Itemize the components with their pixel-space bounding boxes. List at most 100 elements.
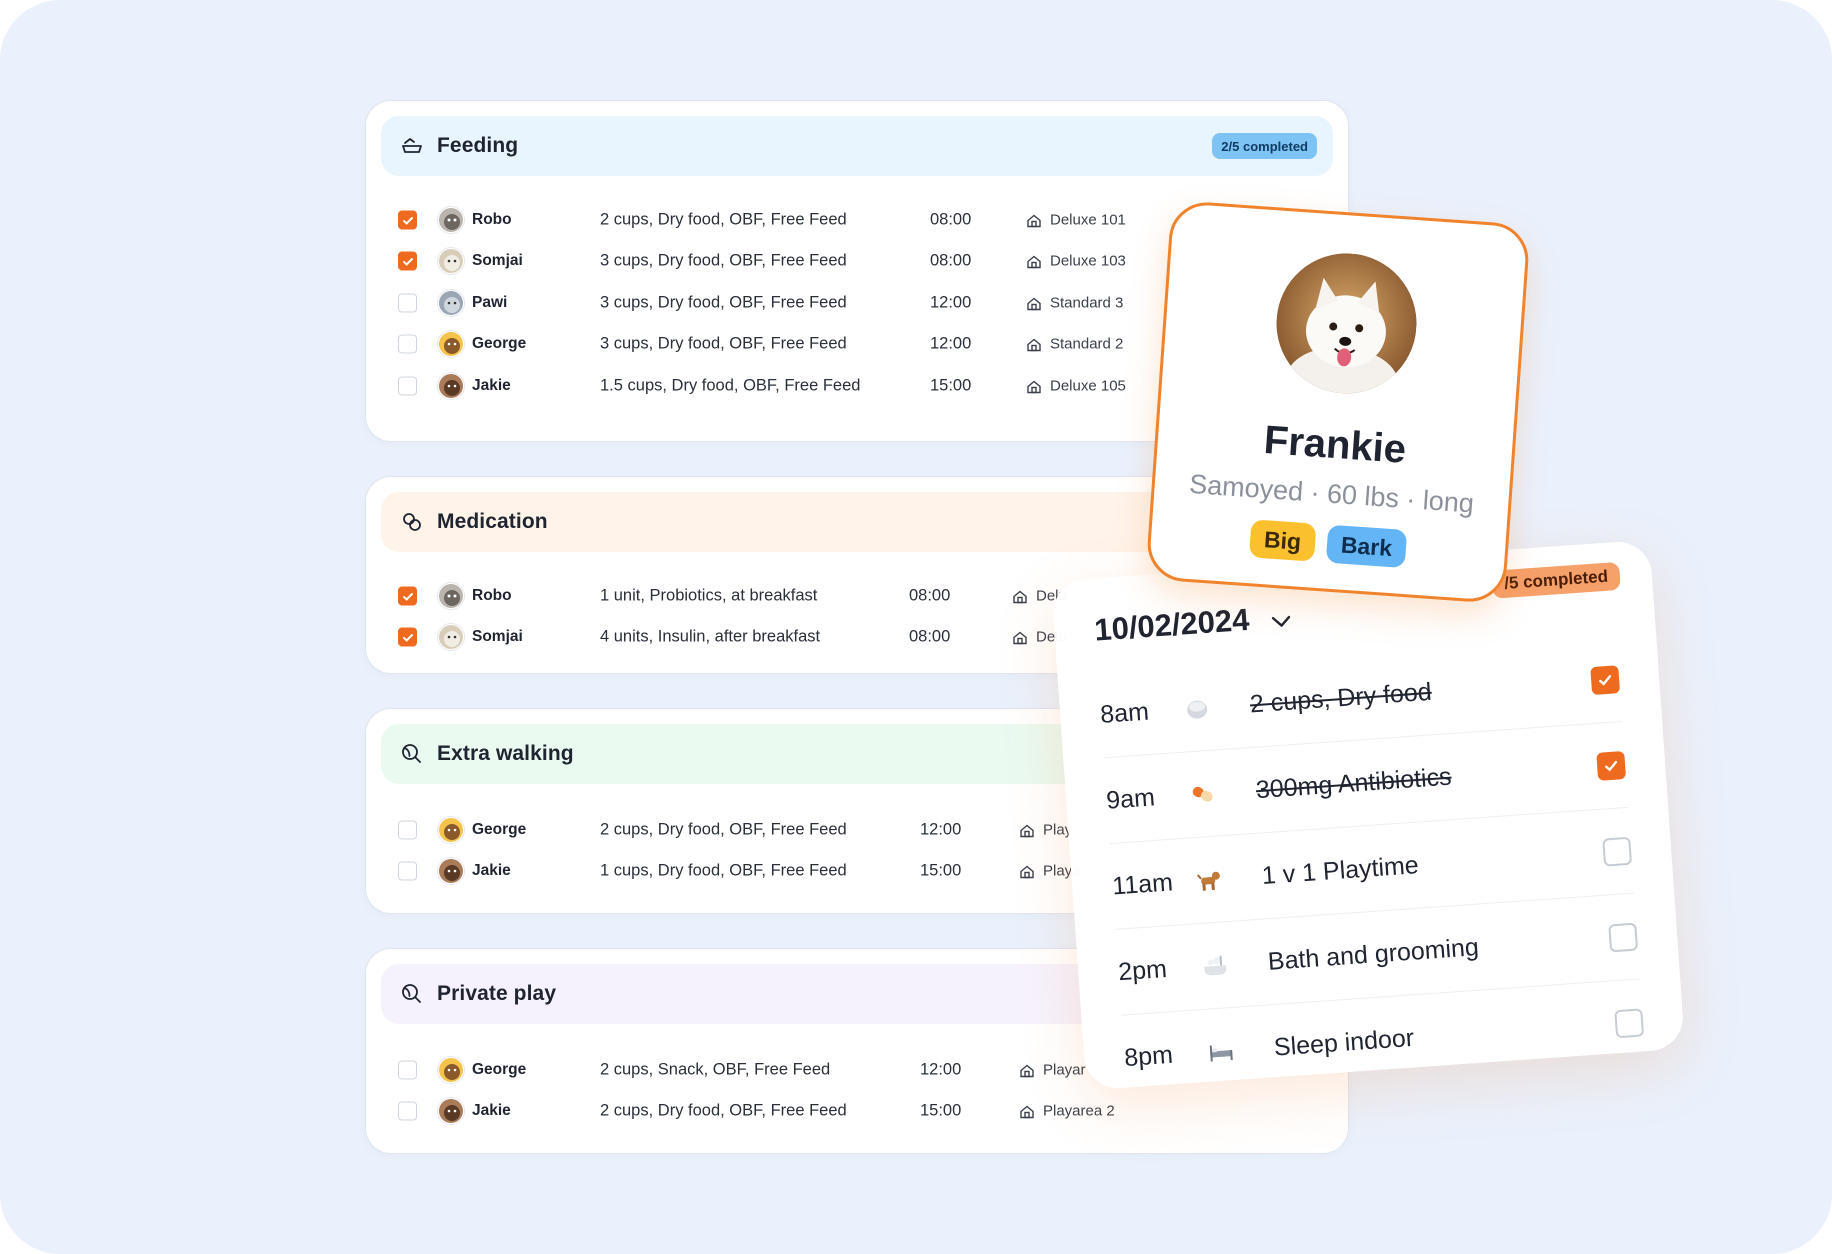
task-checkbox[interactable] [398, 293, 417, 313]
schedule-task: 2 cups, Dry food [1248, 677, 1433, 718]
pet-tags: Big Bark [1150, 512, 1506, 575]
task-time: 12:00 [920, 820, 962, 839]
task-checkbox[interactable] [398, 627, 417, 647]
schedule-checkbox[interactable] [1596, 750, 1627, 781]
task-detail: 4 units, Insulin, after breakfast [600, 627, 821, 646]
task-time: 08:00 [930, 210, 972, 229]
avatar [438, 373, 464, 399]
task-checkbox[interactable] [398, 251, 417, 271]
schedule-checkbox[interactable] [1590, 664, 1621, 695]
bowl-icon [1181, 692, 1213, 724]
tag-big: Big [1248, 519, 1317, 562]
schedule-task: 300mg Antibiotics [1254, 762, 1453, 804]
house-icon [1027, 380, 1041, 393]
pet-name: Robo [472, 587, 512, 604]
task-time: 12:00 [920, 1060, 962, 1079]
room-label: Deluxe 103 [1026, 253, 1126, 270]
tennis-ball-icon [399, 741, 425, 767]
avatar [438, 248, 464, 274]
completion-badge: 2/5 completed [1212, 133, 1317, 159]
task-checkbox[interactable] [398, 861, 417, 881]
avatar [438, 1057, 464, 1083]
room-label: Deluxe 105 [1026, 378, 1126, 395]
task-checkbox[interactable] [398, 210, 417, 230]
pet-name: Robo [472, 211, 512, 228]
task-detail: 3 cups, Dry food, OBF, Free Feed [600, 293, 847, 312]
house-icon [1027, 338, 1041, 351]
date-selector[interactable]: 10/02/2024 [1093, 599, 1292, 649]
avatar [438, 858, 464, 884]
section-title: Extra walking [437, 742, 574, 765]
room-label: Playar [1019, 1062, 1086, 1079]
task-time: 15:00 [920, 1101, 962, 1120]
house-icon [1020, 865, 1034, 878]
pet-name: George [472, 1061, 527, 1078]
task-detail: 2 cups, Dry food, OBF, Free Feed [600, 820, 847, 839]
tennis-ball-icon [399, 981, 425, 1007]
dog-icon [1193, 864, 1225, 896]
daily-schedule-card: 10/02/2024 /5 completed 8am 2 cups, Dry … [1050, 539, 1686, 1091]
schedule-task: Bath and grooming [1266, 932, 1480, 976]
pet-name: Jakie [472, 377, 511, 394]
task-detail: 3 cups, Dry food, OBF, Free Feed [600, 251, 847, 270]
bowl-icon [399, 133, 425, 159]
bathtub-icon [1199, 950, 1231, 982]
task-detail: 2 cups, Snack, OBF, Free Feed [600, 1060, 831, 1079]
schedule-time: 8am [1099, 697, 1150, 729]
pet-photo [1271, 248, 1422, 399]
task-detail: 2 cups, Dry food, OBF, Free Feed [600, 210, 847, 229]
room-label: Play [1019, 822, 1072, 839]
feeding-header[interactable]: Feeding 2/5 completed [381, 116, 1333, 176]
avatar [438, 583, 464, 609]
schedule-task: 1 v 1 Playtime [1260, 850, 1420, 890]
schedule-checkbox[interactable] [1608, 922, 1639, 952]
schedule-date: 10/02/2024 [1093, 601, 1251, 648]
avatar [438, 624, 464, 650]
section-title: Private play [437, 982, 557, 1005]
house-icon [1020, 824, 1034, 837]
avatar [438, 207, 464, 233]
room-label: Deluxe 101 [1026, 212, 1126, 229]
schedule-task: Sleep indoor [1273, 1023, 1416, 1062]
house-icon [1020, 1105, 1034, 1118]
avatar [438, 290, 464, 316]
task-detail: 1 cups, Dry food, OBF, Free Feed [600, 861, 847, 880]
task-checkbox[interactable] [398, 376, 417, 396]
pills-icon [399, 509, 425, 535]
schedule-time: 8pm [1123, 1040, 1174, 1073]
house-icon [1027, 297, 1041, 310]
schedule-time: 2pm [1117, 954, 1168, 986]
task-time: 08:00 [909, 586, 951, 605]
schedule-checkbox[interactable] [1602, 836, 1633, 867]
pet-profile-card[interactable]: Frankie Samoyed · 60 lbs · long Big Bark [1145, 199, 1531, 605]
task-time: 15:00 [920, 861, 962, 880]
pet-name: George [472, 335, 527, 352]
room-label: Playarea 2 [1019, 1103, 1115, 1120]
task-checkbox[interactable] [398, 334, 417, 354]
schedule-time: 11am [1111, 867, 1174, 900]
bed-icon [1205, 1036, 1237, 1068]
pet-name: Pawi [472, 294, 508, 311]
task-time: 08:00 [930, 251, 972, 270]
house-icon [1013, 590, 1027, 603]
section-title: Feeding [437, 134, 519, 157]
avatar [438, 1098, 464, 1124]
tag-bark: Bark [1325, 524, 1408, 569]
schedule-checkbox[interactable] [1614, 1008, 1645, 1039]
task-checkbox[interactable] [398, 586, 417, 606]
house-icon [1013, 631, 1027, 644]
task-time: 12:00 [930, 334, 972, 353]
pet-name: George [472, 821, 527, 838]
task-detail: 3 cups, Dry food, OBF, Free Feed [600, 334, 847, 353]
task-checkbox[interactable] [398, 1060, 417, 1080]
canvas: Feeding 2/5 completed Robo 2 cups, Dry f… [0, 0, 1832, 1254]
task-checkbox[interactable] [398, 1101, 417, 1121]
room-label: Standard 3 [1026, 295, 1123, 312]
task-checkbox[interactable] [398, 820, 417, 840]
task-time: 15:00 [930, 376, 972, 395]
pet-name: Jakie [472, 862, 511, 879]
pet-name: Jakie [472, 1102, 511, 1119]
avatar [438, 817, 464, 843]
table-row: Jakie 2 cups, Dry food, OBF, Free Feed 1… [366, 1091, 1348, 1131]
house-icon [1020, 1064, 1034, 1077]
